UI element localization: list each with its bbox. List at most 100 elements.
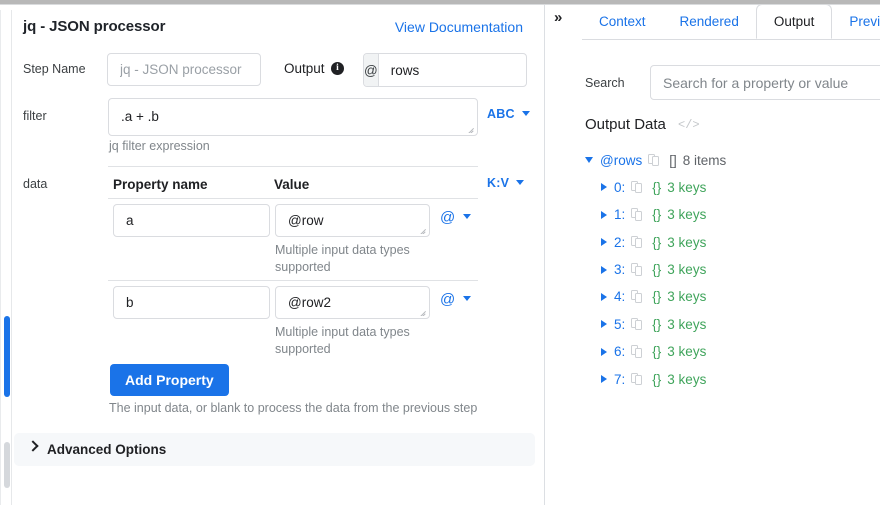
array-braces-icon: [] [669,152,677,168]
filter-helper-text: jq filter expression [109,139,210,153]
data-table-top-divider [108,166,478,167]
chevron-right-icon[interactable] [601,183,607,192]
panel-edge-line-outer [0,10,1,505]
object-braces-icon: {} [652,371,662,387]
property-type-dropdown-1[interactable]: @ [440,291,472,308]
object-braces-icon: {} [652,262,662,278]
copy-icon[interactable] [631,317,643,331]
scrollbar-thumb-secondary[interactable] [4,442,10,488]
tree-row-item[interactable]: 6: {} 3 keys [585,341,875,363]
copy-icon[interactable] [631,208,643,221]
tree-count: 3 keys [667,262,707,278]
copy-icon[interactable] [631,290,643,303]
filter-value: .a + .b [121,109,159,124]
chevron-right-icon[interactable] [601,375,607,384]
chevron-right-icon[interactable] [601,238,607,247]
property-value-input-0[interactable]: @row [275,204,430,237]
tree-row-item[interactable]: 0: {} 3 keys [585,176,875,198]
resize-handle-icon[interactable] [418,307,427,316]
object-braces-icon: {} [652,207,662,223]
copy-icon[interactable] [631,180,643,194]
tree-row-item[interactable]: 1: {} 3 keys [585,204,875,226]
app-root: jq - JSON processor View Documentation S… [0,0,880,505]
output-variable-input[interactable] [378,54,526,86]
tree-count: 3 keys [667,234,707,250]
tab-rendered[interactable]: Rendered [663,5,756,39]
data-table-row-divider [108,280,478,281]
chevron-right-icon[interactable] [601,265,607,274]
tree-key: 2: [614,234,626,250]
tree-count: 3 keys [667,289,707,305]
tree-count: 3 keys [667,344,707,360]
chevron-right-icon[interactable] [601,292,607,301]
object-braces-icon: {} [652,234,662,250]
copy-icon[interactable] [648,153,660,167]
chevron-right-icon[interactable] [601,320,607,329]
search-label: Search [585,76,625,90]
tabs-underline [582,39,880,40]
tree-count: 3 keys [667,179,707,195]
chevron-down-icon [516,180,525,185]
column-header-value: Value [274,177,310,192]
resize-handle-icon[interactable] [418,225,427,234]
tree-row-item[interactable]: 7: {} 3 keys [585,368,875,390]
copy-icon[interactable] [631,263,643,276]
scrollbar-thumb-active[interactable] [4,316,10,397]
add-property-button[interactable]: Add Property [110,364,229,396]
property-name-input-1[interactable] [113,286,270,319]
output-data-title: Output Data [585,116,666,133]
property-value-input-1[interactable]: @row2 [275,286,430,319]
filter-label: filter [23,109,47,123]
tree-count: 3 keys [667,371,707,387]
property-name-input-0[interactable] [113,204,270,237]
tree-row-item[interactable]: 5: {} 3 keys [585,313,875,335]
step-name-label: Step Name [23,62,86,76]
object-braces-icon: {} [652,289,662,305]
chevron-right-icon[interactable] [601,347,607,356]
tab-output[interactable]: Output [755,5,833,39]
chevron-down-icon [463,296,472,301]
chevron-right-icon[interactable] [601,210,607,219]
tree-key: 4: [614,289,626,305]
advanced-options-label: Advanced Options [47,442,167,457]
at-symbol-icon: @ [440,291,456,308]
resize-handle-icon[interactable] [466,124,475,133]
chevron-down-icon [521,111,530,116]
inspector-tabs: Context Rendered Output Preview [582,5,880,39]
copy-icon[interactable] [631,372,643,386]
tree-key: 0: [614,179,626,195]
tab-context[interactable]: Context [582,5,663,39]
copy-icon[interactable] [631,345,643,358]
page-title: jq - JSON processor [23,18,166,35]
column-header-property-name: Property name [113,177,208,192]
data-table-header-divider [108,198,478,199]
chevron-down-icon[interactable] [585,157,593,163]
filter-type-dropdown[interactable]: ABC [487,107,530,121]
property-helper-text-1: Multiple input data types supported [275,325,410,356]
tree-row-item[interactable]: 4: {} 3 keys [585,286,875,308]
view-documentation-link[interactable]: View Documentation [395,19,523,35]
info-icon[interactable]: i [331,62,344,75]
panel-edge-line-inner [11,10,12,505]
property-type-dropdown-0[interactable]: @ [440,209,472,226]
data-helper-text: The input data, or blank to process the … [109,401,478,415]
tab-preview[interactable]: Preview [832,5,880,39]
tree-row-item[interactable]: 2: {} 3 keys [585,231,875,253]
at-prefix-label: @ [364,54,379,86]
chevron-down-icon [463,214,472,219]
tree-count: 3 keys [667,316,707,332]
tree-key-root: @rows [600,152,643,168]
tree-key: 5: [614,316,626,332]
tree-key: 3: [614,262,626,278]
tree-row-root[interactable]: @rows [] 8 items [585,149,875,171]
step-name-input[interactable] [107,53,261,86]
filter-textarea[interactable]: .a + .b [108,98,478,136]
search-input[interactable] [650,65,880,100]
code-view-icon[interactable]: </> [678,118,700,132]
tree-count-root: 8 items [682,152,727,168]
copy-icon[interactable] [631,235,643,249]
tree-row-item[interactable]: 3: {} 3 keys [585,259,875,281]
collapse-panel-icon[interactable]: » [554,10,562,25]
tree-key: 1: [614,207,626,223]
data-type-dropdown[interactable]: K:V [487,176,525,190]
